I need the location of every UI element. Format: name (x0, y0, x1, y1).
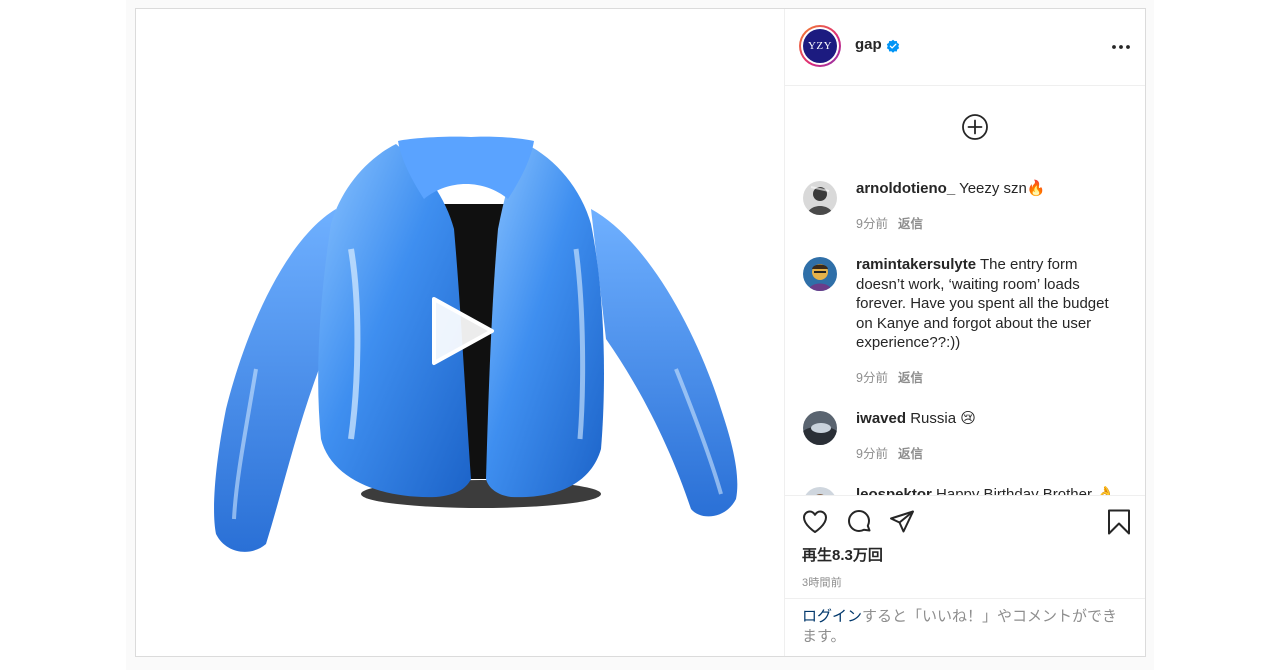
reply-button[interactable]: 返信 (898, 371, 923, 385)
comment-username[interactable]: ramintakersulyte (856, 256, 976, 273)
comment-text: Yeezy szn🔥 (959, 180, 1046, 197)
post-timestamp[interactable]: 3時間前 (802, 574, 842, 590)
login-prompt: ログインすると「いいね！」やコメントができます。 (785, 598, 1145, 656)
more-options-icon[interactable] (1109, 37, 1133, 57)
login-link[interactable]: ログイン (802, 608, 862, 625)
comment-time: 9分前 (856, 217, 888, 231)
avatar-logo: YZY (803, 29, 837, 63)
heart-icon[interactable] (801, 508, 829, 536)
post-username[interactable]: gap (855, 36, 882, 53)
post-sidebar: YZY gap arnoldotieno_ Yeezy szn🔥 9分前 返信 … (784, 9, 1145, 656)
comment-time: 9分前 (856, 447, 888, 461)
paper-plane-icon[interactable] (888, 508, 916, 536)
bookmark-icon[interactable] (1105, 508, 1133, 536)
reply-button[interactable]: 返信 (898, 217, 923, 231)
comment-username[interactable]: arnoldotieno_ (856, 180, 955, 197)
comment-meta: 9分前 返信 (856, 367, 923, 386)
post-card: YZY gap arnoldotieno_ Yeezy szn🔥 9分前 返信 … (135, 8, 1146, 657)
comment-text: Happy Birthday Brother 👌 (936, 486, 1115, 495)
comment-avatar[interactable] (803, 257, 837, 291)
comments-list[interactable]: arnoldotieno_ Yeezy szn🔥 9分前 返信 ramintak… (785, 87, 1145, 495)
comment-time: 9分前 (856, 371, 888, 385)
comment-avatar[interactable] (803, 411, 837, 445)
comment-meta: 9分前 返信 (856, 213, 923, 232)
comment-avatar[interactable] (803, 487, 837, 495)
play-icon (432, 297, 494, 365)
play-button[interactable] (426, 291, 496, 371)
action-bar: 再生8.3万回 3時間前 (785, 495, 1145, 599)
comment-meta: 9分前 返信 (856, 443, 923, 462)
plus-circle-icon[interactable] (961, 113, 989, 141)
view-count[interactable]: 再生8.3万回 (802, 544, 883, 565)
comment-username[interactable]: leospektor (856, 486, 932, 495)
comment-avatar[interactable] (803, 181, 837, 215)
reply-button[interactable]: 返信 (898, 447, 923, 461)
comment-username[interactable]: iwaved (856, 410, 906, 427)
comment-icon[interactable] (845, 508, 873, 536)
avatar[interactable]: YZY (799, 25, 841, 67)
post-header: YZY gap (785, 9, 1145, 86)
verified-badge-icon (886, 39, 900, 53)
comment-text: Russia 😢 (910, 410, 976, 427)
post-video[interactable] (136, 9, 784, 656)
